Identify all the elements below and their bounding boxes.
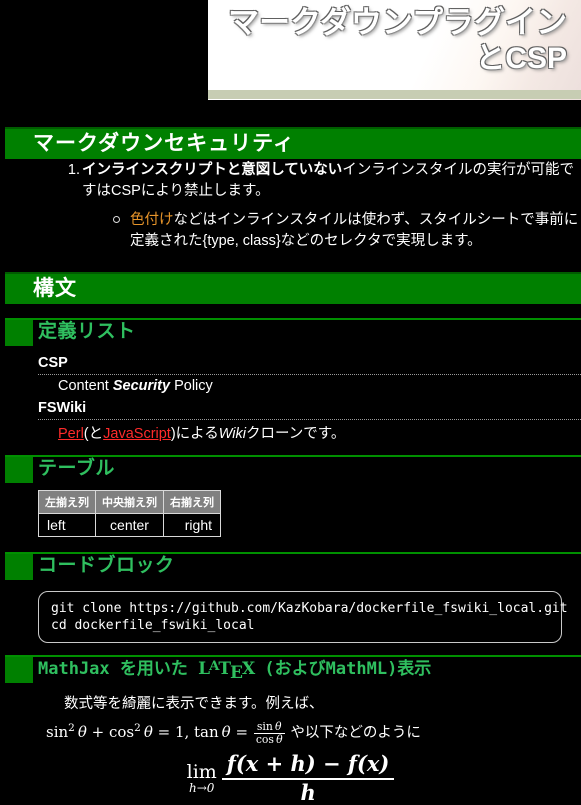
definition-divider	[38, 374, 581, 375]
heading-square-marker	[5, 320, 33, 346]
table-cell-center: center	[95, 513, 164, 537]
list-item-marker: 1.	[67, 162, 80, 178]
fraction-numerator: f(x + h) − f(x)	[221, 751, 395, 780]
list-item-text: などはインラインスタイルは使わず、スタイルシートで事前に定義された{type, …	[130, 212, 579, 249]
definition-text-mid2: )による	[170, 426, 219, 442]
definition-text-emphasis: Wiki	[218, 426, 247, 442]
link-javascript[interactable]: JavaScript	[103, 426, 171, 442]
mathjax-heading-pre: MathJax を用いた	[38, 659, 199, 679]
display-math-expression: lim h→0 f(x + h) − f(x) h	[0, 751, 581, 805]
limit-subscript: h→0	[189, 781, 215, 796]
subsection-heading-mathjax: MathJax を用いた LATEX (およびMathML)表示	[0, 655, 581, 685]
unordered-list-security: 色付けなどはインラインスタイルは使わず、スタイルシートで事前に定義された{typ…	[0, 210, 581, 252]
heading-top-rule	[5, 127, 581, 129]
ordered-list-security: 1. インラインスクリプトと意図していないインラインスタイルの実行が可能ですはC…	[0, 160, 581, 202]
definition-description-csp: Content Security Policy	[58, 378, 213, 394]
derivative-fraction: f(x + h) − f(x) h	[221, 751, 395, 805]
table-column-header-center: 中央揃え列	[95, 490, 164, 514]
page-title-line-1: マークダウンプラグイン	[228, 5, 567, 40]
mathjax-paragraph: 数式等を綺麗に表示できます。例えば、 sin2 θ + cos2 θ = 1, …	[0, 692, 581, 745]
list-item: 1. インラインスクリプトと意図していないインラインスタイルの実行が可能ですはC…	[0, 160, 581, 202]
mathjax-paragraph-mid: や以下などのように	[290, 725, 421, 741]
heading-square-marker	[5, 554, 33, 580]
subsection-heading-table: テーブル	[0, 455, 581, 485]
section-heading-syntax: 構文	[5, 272, 581, 304]
limit-label: lim	[186, 761, 217, 784]
subsection-heading-code-block: コードブロック	[0, 552, 581, 582]
definition-divider	[38, 419, 581, 420]
definition-term-fswiki: FSWiki	[38, 400, 87, 416]
definition-text-pre: Content	[58, 378, 113, 394]
subsection-heading-definition-list: 定義リスト	[0, 318, 581, 348]
section-heading-markdown-security: マークダウンセキュリティ	[5, 127, 581, 159]
heading-square-marker	[5, 657, 33, 683]
page-title-line-2: とCSP	[475, 42, 567, 76]
table-header-row: 左揃え列 中央揃え列 右揃え列	[38, 490, 221, 514]
definition-text-emphasis: Security	[112, 378, 171, 394]
table-cell-left: left	[38, 513, 96, 537]
mathjax-paragraph-pre: 数式等を綺麗に表示できます。例えば、	[64, 696, 324, 712]
definition-term-csp: CSP	[38, 355, 68, 371]
list-item: 色付けなどはインラインスタイルは使わず、スタイルシートで事前に定義された{typ…	[0, 210, 581, 252]
subsection-heading-label: 定義リスト	[38, 321, 136, 342]
mathjax-heading-post: (およびMathML)表示	[254, 659, 432, 679]
heading-top-rule	[5, 272, 581, 274]
alignment-demo-table: 左揃え列 中央揃え列 右揃え列 left center right	[38, 490, 221, 537]
section-heading-label: 構文	[33, 277, 77, 300]
code-line: git clone https://github.com/KazKobara/d…	[51, 601, 568, 616]
title-underline-bar	[208, 90, 581, 99]
definition-text-mid1: (と	[83, 426, 104, 442]
code-line: cd dockerfile_fswiki_local	[51, 618, 255, 633]
list-item-bold-text: インラインスクリプトと意図していない	[82, 162, 343, 178]
subsection-heading-label: コードブロック	[38, 555, 175, 576]
circle-bullet-icon	[113, 216, 120, 223]
link-perl[interactable]: Perl	[58, 426, 84, 442]
table-row: left center right	[38, 513, 221, 537]
definition-text-tail: クローンです。	[246, 426, 346, 442]
fraction-denominator: h	[300, 779, 316, 805]
inline-math-expression: sin2 θ + cos2 θ = 1, tan θ = sin θ cos θ	[46, 719, 285, 746]
subsection-heading-label: テーブル	[38, 458, 115, 479]
heading-square-marker	[5, 457, 33, 483]
page-title-banner: マークダウンプラグイン とCSP	[208, 0, 581, 100]
latex-logo: LATEX	[198, 658, 255, 683]
table-column-header-left: 左揃え列	[38, 490, 96, 514]
table-column-header-right: 右揃え列	[163, 490, 221, 514]
list-item-highlight-text: 色付け	[130, 212, 174, 228]
section-heading-label: マークダウンセキュリティ	[33, 132, 295, 155]
definition-description-fswiki: Perl(とJavaScript)によるWikiクローンです。	[58, 422, 345, 443]
table-cell-right: right	[163, 513, 221, 537]
code-block: git clone https://github.com/KazKobara/d…	[38, 591, 568, 643]
limit-operator: lim h→0	[186, 761, 217, 796]
subsection-heading-label: MathJax を用いた LATEX (およびMathML)表示	[38, 655, 431, 685]
definition-text-post: Policy	[170, 378, 213, 394]
